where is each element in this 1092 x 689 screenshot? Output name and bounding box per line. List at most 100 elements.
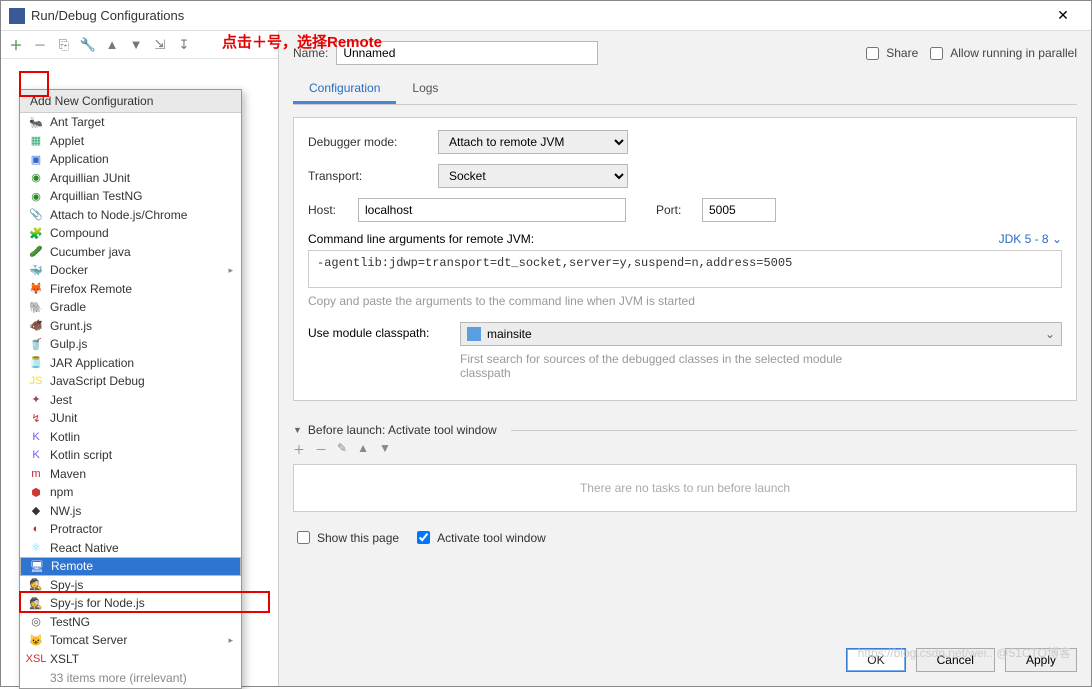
host-input[interactable]: [358, 198, 626, 222]
show-page-checkbox[interactable]: Show this page: [293, 528, 399, 547]
config-type-tomcat-server[interactable]: 😺 Tomcat Server ▸: [20, 631, 241, 650]
config-type-remote[interactable]: 🖥Remote: [20, 557, 241, 576]
bl-up-icon[interactable]: ▲: [357, 441, 369, 458]
config-label: Docker: [50, 263, 88, 277]
add-icon[interactable]: ＋: [9, 38, 23, 52]
config-type-compound[interactable]: 🧩Compound: [20, 224, 241, 243]
config-type-testng[interactable]: ◎ TestNG: [20, 613, 241, 632]
config-type-attach-to-node-js-chrome[interactable]: 📎Attach to Node.js/Chrome: [20, 206, 241, 225]
config-icon: ⬢: [28, 484, 44, 500]
jdk-link[interactable]: JDK 5 - 8 ⌄: [999, 232, 1062, 246]
collapse-icon[interactable]: ▼: [293, 425, 302, 435]
config-icon: 🥒: [28, 244, 44, 260]
bl-edit-icon[interactable]: ✎: [337, 441, 347, 458]
config-type-xslt[interactable]: XSLXSLT: [20, 650, 241, 669]
config-label: Tomcat Server: [50, 633, 127, 647]
tab-logs[interactable]: Logs: [396, 75, 454, 104]
config-type-gulp-js[interactable]: 🥤Gulp.js: [20, 335, 241, 354]
config-type-arquillian-testng[interactable]: ◉Arquillian TestNG: [20, 187, 241, 206]
config-type-cucumber-java[interactable]: 🥒Cucumber java: [20, 243, 241, 262]
config-label: Attach to Node.js/Chrome: [50, 208, 187, 222]
config-type-application[interactable]: ▣Application: [20, 150, 241, 169]
config-icon: ↯: [28, 410, 44, 426]
config-label: JAR Application: [50, 356, 134, 370]
chevron-right-icon: ▸: [228, 635, 233, 646]
config-type-gradle[interactable]: 🐘Gradle: [20, 298, 241, 317]
config-label: Arquillian TestNG: [50, 189, 142, 203]
config-type-grunt-js[interactable]: 🐗 Grunt.js: [20, 317, 241, 336]
config-type-react-native[interactable]: ⚛React Native: [20, 539, 241, 558]
dropdown-header: Add New Configuration: [20, 90, 241, 113]
copy-icon[interactable]: ⎘: [57, 38, 71, 52]
transport-label: Transport:: [308, 169, 428, 183]
config-icon: ◎: [28, 614, 44, 630]
config-type-maven[interactable]: mMaven: [20, 465, 241, 484]
before-launch-title: Before launch: Activate tool window: [308, 423, 497, 437]
bl-down-icon[interactable]: ▼: [379, 441, 391, 458]
bl-add-icon[interactable]: ＋: [293, 441, 305, 458]
down-icon[interactable]: ▼: [129, 38, 143, 52]
config-type-npm[interactable]: ⬢npm: [20, 483, 241, 502]
config-label: Spy-js: [50, 578, 83, 592]
config-icon: ◐: [28, 521, 44, 537]
activate-window-checkbox[interactable]: Activate tool window: [413, 528, 546, 547]
cancel-button[interactable]: Cancel: [916, 648, 995, 672]
apply-button[interactable]: Apply: [1005, 648, 1077, 672]
config-type-jar-application[interactable]: 🫙 JAR Application: [20, 354, 241, 373]
config-icon: 😺: [28, 632, 44, 648]
config-type-docker[interactable]: 🐳Docker▸: [20, 261, 241, 280]
dropdown-more[interactable]: 33 items more (irrelevant): [20, 668, 241, 688]
config-label: Maven: [50, 467, 86, 481]
config-icon: 🕵: [28, 595, 44, 611]
config-type-nw-js[interactable]: ◆NW.js: [20, 502, 241, 521]
cmdline-label: Command line arguments for remote JVM:: [308, 232, 534, 246]
debugger-mode-select[interactable]: Attach to remote JVM: [438, 130, 628, 154]
config-icon: 🐗: [28, 318, 44, 334]
module-hint: First search for sources of the debugged…: [460, 352, 890, 380]
share-checkbox[interactable]: Share: [862, 44, 918, 63]
config-label: Application: [50, 152, 109, 166]
config-label: TestNG: [50, 615, 90, 629]
config-label: Gradle: [50, 300, 86, 314]
config-label: Kotlin: [50, 430, 80, 444]
config-icon: ✦: [28, 392, 44, 408]
config-type-arquillian-junit[interactable]: ◉Arquillian JUnit: [20, 169, 241, 188]
ok-button[interactable]: OK: [846, 648, 905, 672]
sort-icon[interactable]: ↧: [177, 38, 191, 52]
cmdline-input[interactable]: -agentlib:jdwp=transport=dt_socket,serve…: [308, 250, 1062, 288]
config-type-spy-js-for-node-js[interactable]: 🕵Spy-js for Node.js: [20, 594, 241, 613]
transport-select[interactable]: Socket: [438, 164, 628, 188]
config-type-junit[interactable]: ↯JUnit: [20, 409, 241, 428]
config-icon: JS: [28, 373, 44, 389]
port-label: Port:: [656, 203, 692, 217]
config-type-javascript-debug[interactable]: JS JavaScript Debug: [20, 372, 241, 391]
config-label: JavaScript Debug: [50, 374, 145, 388]
config-label: Applet: [50, 134, 84, 148]
config-type-applet[interactable]: ▦Applet: [20, 132, 241, 151]
edit-icon[interactable]: 🔧: [81, 38, 95, 52]
port-input[interactable]: [702, 198, 776, 222]
close-icon[interactable]: ✕: [1043, 7, 1083, 24]
config-label: Ant Target: [50, 115, 104, 129]
remove-icon[interactable]: －: [33, 38, 47, 52]
config-label: XSLT: [50, 652, 79, 666]
app-logo: [9, 8, 25, 24]
module-select[interactable]: mainsite ⌄: [460, 322, 1062, 346]
config-type-ant-target[interactable]: 🐜Ant Target: [20, 113, 241, 132]
config-type-kotlin[interactable]: KKotlin: [20, 428, 241, 447]
config-type-jest[interactable]: ✦Jest: [20, 391, 241, 410]
folder-icon: [467, 327, 481, 341]
bl-remove-icon[interactable]: －: [315, 441, 327, 458]
config-label: Grunt.js: [50, 319, 92, 333]
config-type-spy-js[interactable]: 🕵Spy-js: [20, 576, 241, 595]
config-type-kotlin-script[interactable]: KKotlin script: [20, 446, 241, 465]
config-icon: 🥤: [28, 336, 44, 352]
parallel-checkbox[interactable]: Allow running in parallel: [926, 44, 1077, 63]
folder-icon[interactable]: ⇲: [153, 38, 167, 52]
config-icon: 🫙: [28, 355, 44, 371]
config-type-protractor[interactable]: ◐Protractor: [20, 520, 241, 539]
up-icon[interactable]: ▲: [105, 38, 119, 52]
config-icon: 🐳: [28, 262, 44, 278]
tab-configuration[interactable]: Configuration: [293, 75, 396, 104]
config-type-firefox-remote[interactable]: 🦊Firefox Remote: [20, 280, 241, 299]
